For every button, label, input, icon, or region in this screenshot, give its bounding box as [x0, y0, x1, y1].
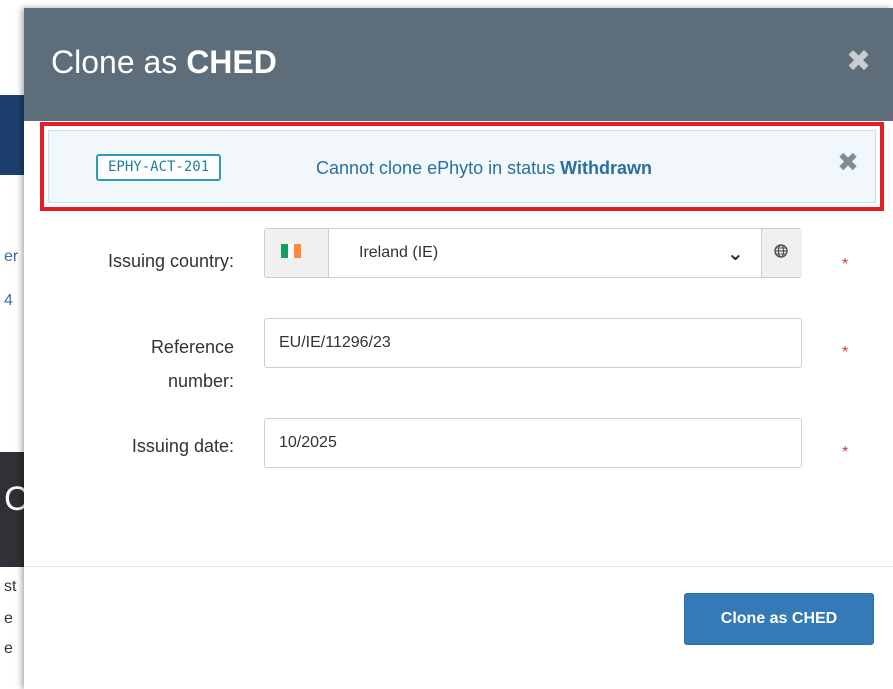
modal-title-prefix: Clone as: [51, 44, 187, 80]
modal-close-icon[interactable]: ✖: [846, 47, 871, 77]
reference-number-label-line2: number:: [167, 371, 234, 391]
footer-divider: [24, 566, 893, 567]
background-page: er 4 C st e e: [0, 0, 29, 689]
required-marker: *: [842, 256, 849, 273]
required-marker: *: [842, 444, 849, 461]
reference-number-label: Reference number:: [24, 334, 234, 394]
background-text: e: [4, 610, 13, 627]
issuing-date-label: Issuing date:: [131, 436, 234, 456]
background-text: er: [4, 248, 19, 265]
chevron-down-icon[interactable]: ⌄: [727, 241, 744, 266]
background-panel: [0, 225, 24, 355]
modal-header: Clone as CHED ✖: [24, 8, 893, 121]
globe-button[interactable]: [761, 229, 802, 277]
background-text: e: [4, 640, 13, 657]
modal-title-bold: CHED: [186, 44, 277, 80]
clone-as-ched-button[interactable]: Clone as CHED: [684, 593, 874, 645]
issuing-country-value: Ireland (IE): [359, 244, 439, 261]
background-text: 4: [4, 292, 13, 309]
issuing-country-select[interactable]: Ireland (IE) ⌄: [264, 228, 802, 278]
error-message: Cannot clone ePhyto in status Withdrawn: [316, 158, 652, 179]
flag-addon: [265, 229, 329, 277]
modal-title: Clone as CHED: [51, 44, 277, 81]
ireland-flag-icon: [281, 244, 302, 258]
background-text: st: [4, 578, 17, 595]
required-marker: *: [842, 344, 849, 361]
clone-as-ched-modal: Clone as CHED ✖ EPHY-ACT-201 Cannot clon…: [24, 8, 893, 689]
reference-number-input[interactable]: [264, 318, 802, 368]
error-message-status: Withdrawn: [560, 158, 652, 178]
reference-number-label-line1: Reference: [150, 337, 234, 357]
issuing-date-input[interactable]: [264, 418, 802, 468]
issuing-country-label: Issuing country:: [107, 251, 234, 271]
globe-icon: [774, 244, 788, 258]
error-message-text: Cannot clone ePhyto in status: [316, 158, 561, 178]
background-header-band: [0, 95, 24, 175]
error-code-badge: EPHY-ACT-201: [96, 154, 222, 181]
alert-close-icon[interactable]: ✖: [836, 149, 860, 175]
error-alert: EPHY-ACT-201 Cannot clone ePhyto in stat…: [48, 130, 876, 203]
